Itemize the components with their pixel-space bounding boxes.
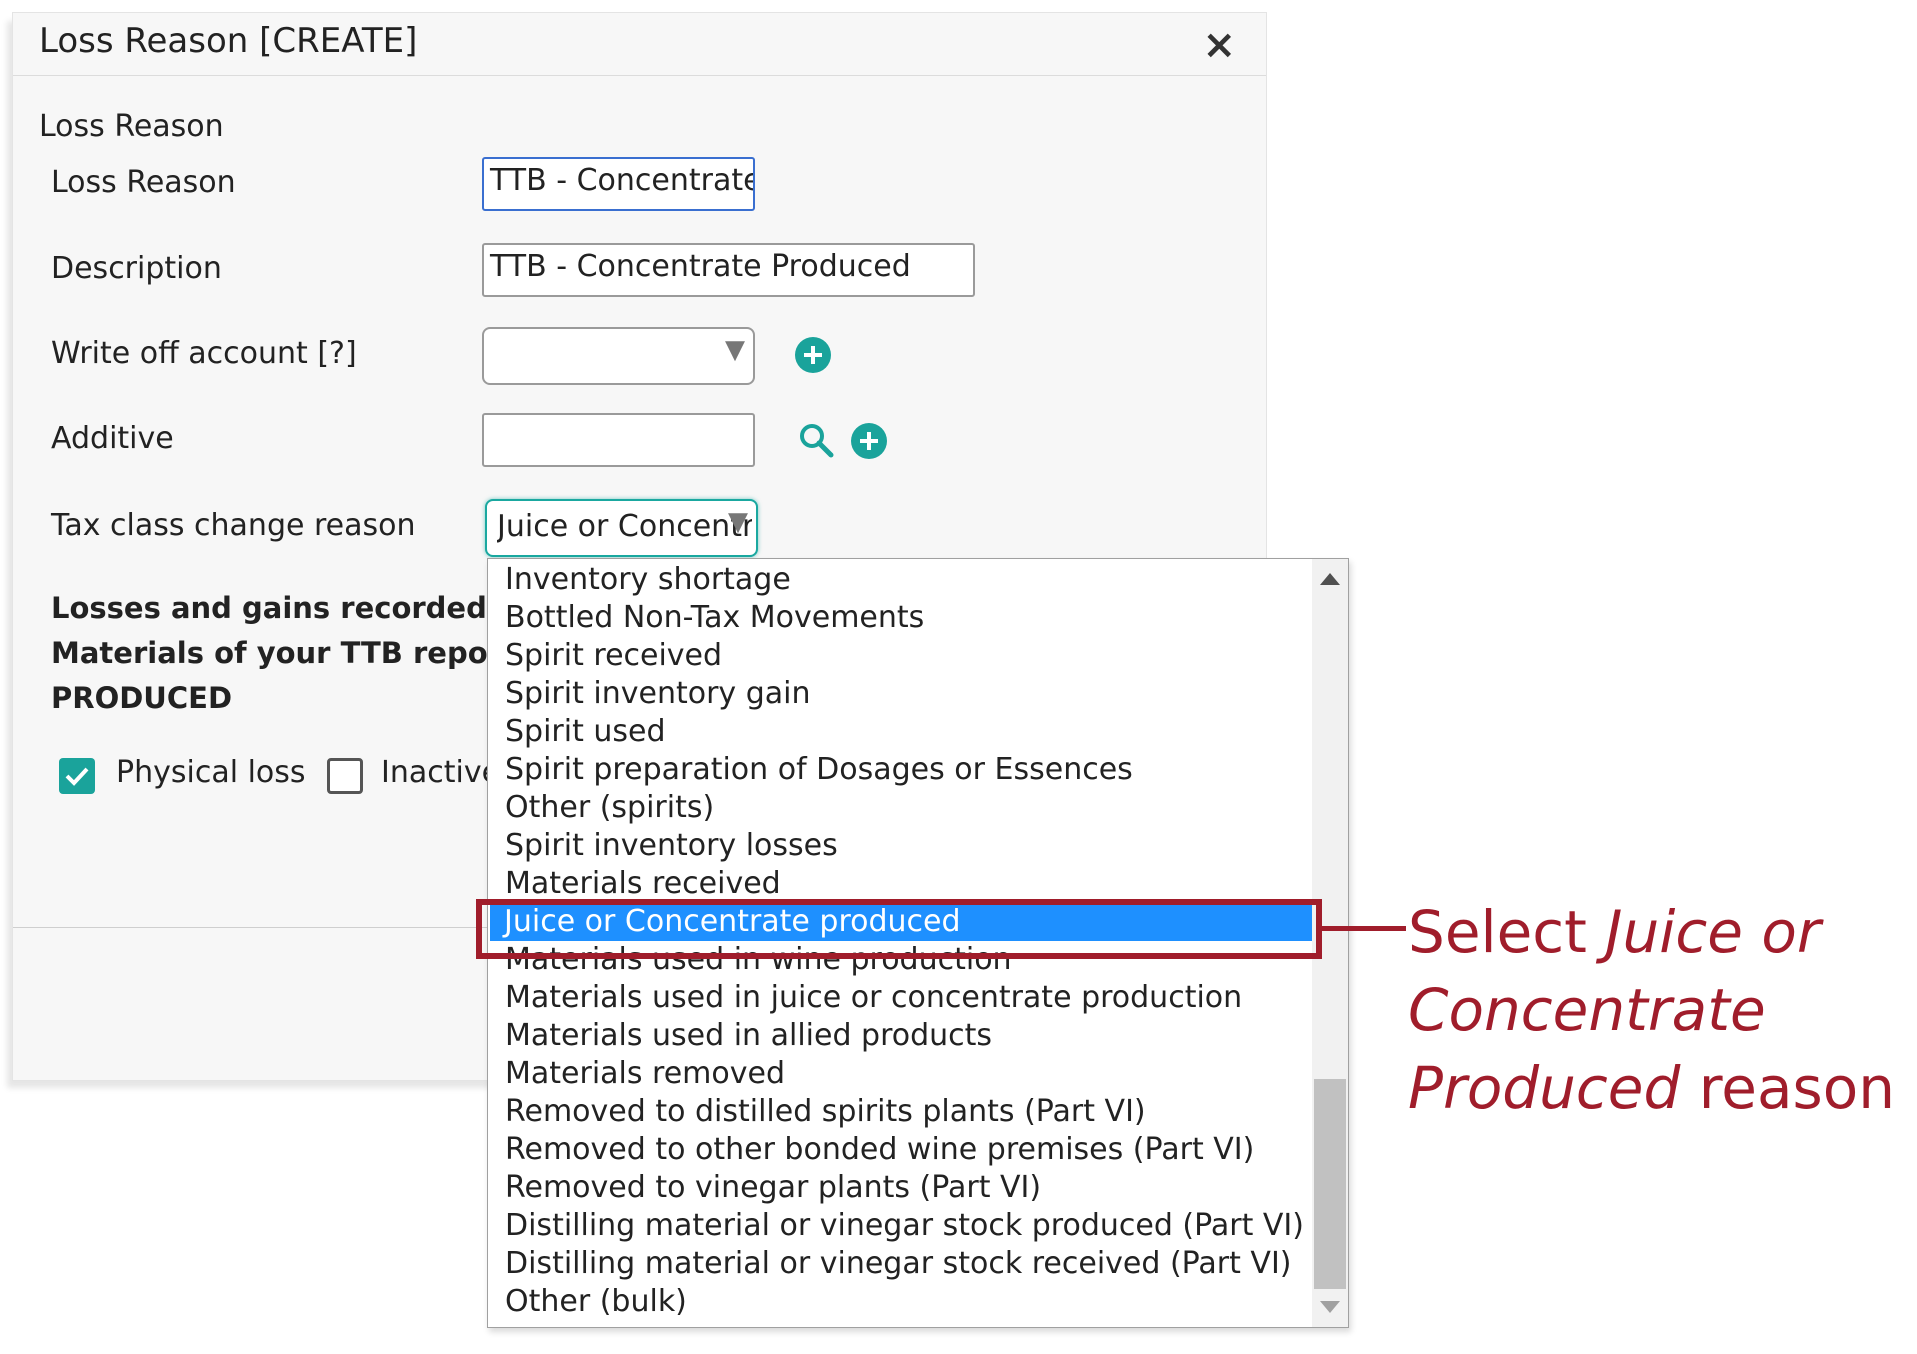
tax-class-change-reason-label: Tax class change reason [51,508,416,543]
description-input[interactable]: TTB - Concentrate Produced [482,243,975,297]
dropdown-option[interactable]: Materials used in juice or concentrate p… [505,979,1242,1017]
loss-reason-input[interactable]: TTB - Concentrate P [482,157,755,211]
dropdown-option[interactable]: Removed to vinegar plants (Part VI) [505,1169,1041,1207]
dropdown-option[interactable]: Materials used in allied products [505,1017,992,1055]
description-label: Description [51,251,222,286]
inactive-label: Inactive [381,755,487,790]
write-off-account-select[interactable]: ▼ [482,327,755,385]
info-text-line-2: Materials of your TTB report [51,636,516,670]
callout-prefix: Select [1408,898,1606,966]
dropdown-option[interactable]: Spirit inventory gain [505,675,810,713]
checkmark-icon [65,767,89,786]
section-title: Loss Reason [39,109,224,144]
dropdown-option[interactable]: Distilling material or vinegar stock rec… [505,1245,1292,1283]
tax-class-change-reason-select[interactable]: Juice or Concentrate produced ▼ [485,499,758,557]
dropdown-option[interactable]: Spirit received [505,637,722,675]
inactive-checkbox[interactable] [327,758,363,794]
chevron-down-icon: ▼ [728,507,748,537]
dropdown-option[interactable]: Removed to other bonded wine premises (P… [505,1131,1254,1169]
dropdown-option[interactable]: Spirit used [505,713,666,751]
info-text-line-1: Losses and gains recorded w [51,591,524,625]
scroll-down-arrow-icon[interactable] [1320,1301,1340,1313]
additive-label: Additive [51,421,174,456]
tax-class-change-reason-value: Juice or Concentrate produced [497,509,752,544]
dropdown-option[interactable]: Other (spirits) [505,789,714,827]
dialog-title: Loss Reason [CREATE] [39,21,418,61]
info-text-line-3: PRODUCED [51,681,233,715]
dropdown-option[interactable]: Materials received [505,865,781,903]
physical-loss-checkbox[interactable] [59,758,95,794]
callout-suffix: reason [1680,1054,1895,1122]
dropdown-option[interactable]: Other (bulk) [505,1283,687,1321]
dialog-header: Loss Reason [CREATE] × [13,13,1266,76]
annotation-callout: Select Juice or Concentrate Produced rea… [1408,893,1913,1127]
search-icon[interactable] [797,421,837,461]
dropdown-option[interactable]: Removed to distilled spirits plants (Par… [505,1093,1146,1131]
dropdown-option[interactable]: Spirit preparation of Dosages or Essence… [505,751,1133,789]
add-account-icon[interactable] [795,337,831,373]
dropdown-option[interactable]: Materials removed [505,1055,785,1093]
dropdown-option[interactable]: Spirit inventory losses [505,827,838,865]
scroll-up-arrow-icon[interactable] [1320,573,1340,585]
scroll-thumb[interactable] [1314,1079,1346,1289]
dropdown-option[interactable]: Inventory shortage [505,561,791,599]
dropdown-option[interactable]: Distilling material or vinegar stock pro… [505,1207,1304,1245]
chevron-down-icon: ▼ [725,335,745,365]
dropdown-option[interactable]: Bottled Non-Tax Movements [505,599,924,637]
additive-input[interactable] [482,413,755,467]
physical-loss-label: Physical loss [116,755,306,790]
close-icon[interactable]: × [1202,25,1236,65]
annotation-connector-line [1322,926,1406,931]
add-additive-icon[interactable] [851,423,887,459]
loss-reason-label: Loss Reason [51,165,236,200]
write-off-account-label: Write off account [?] [51,336,357,371]
annotation-highlight-box [476,899,1322,959]
